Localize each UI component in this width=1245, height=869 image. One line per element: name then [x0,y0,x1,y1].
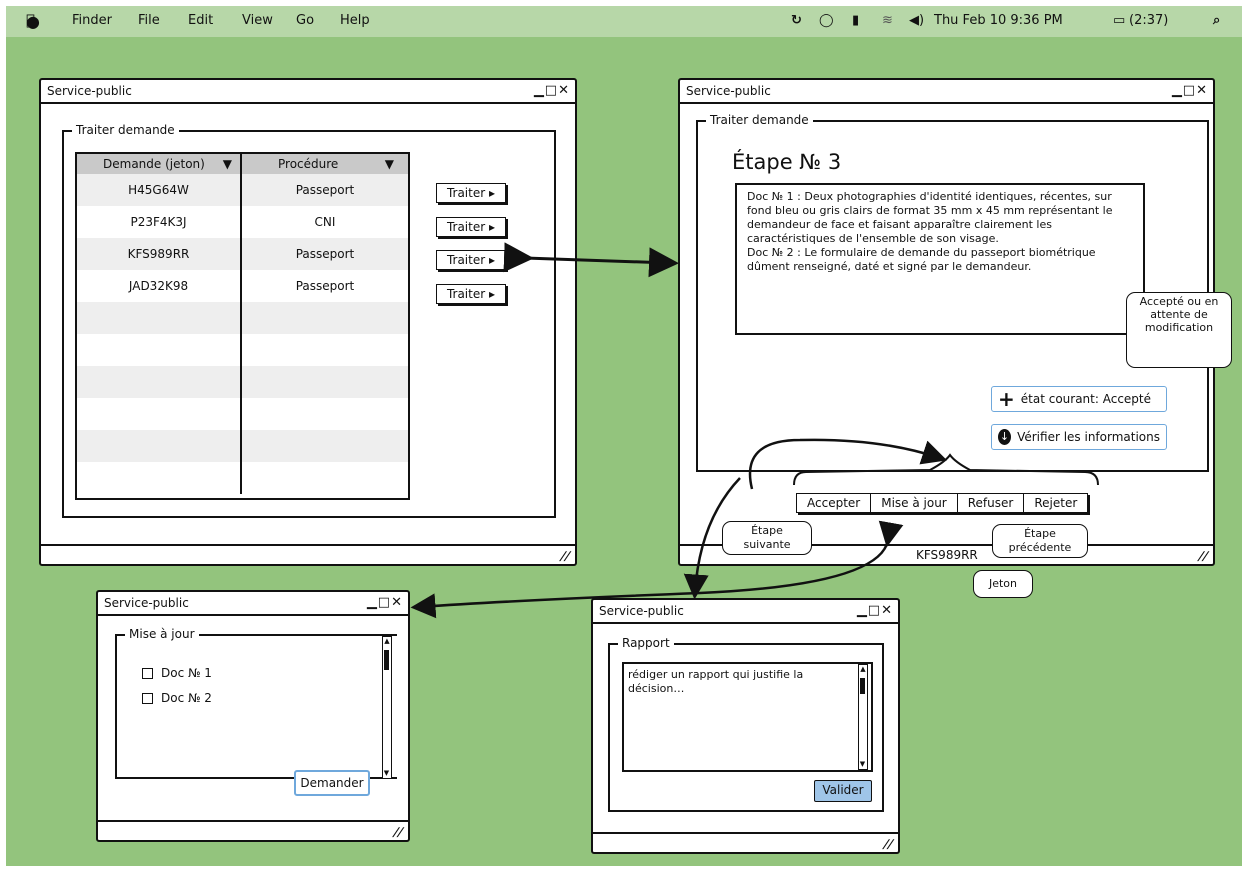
flow-arrows [410,242,1099,619]
arrow-list-to-step [503,242,679,278]
callout-token: Jeton [973,570,1033,598]
callout-next-step: Étape suivante [722,521,812,555]
arrow-step-to-update [410,520,904,619]
callout-previous-step: Étape précédente [992,524,1088,558]
callout-state: Accepté ou en attente de modification [1126,292,1232,368]
brace [793,453,1099,486]
arrow-callout-to-bar [748,438,948,490]
